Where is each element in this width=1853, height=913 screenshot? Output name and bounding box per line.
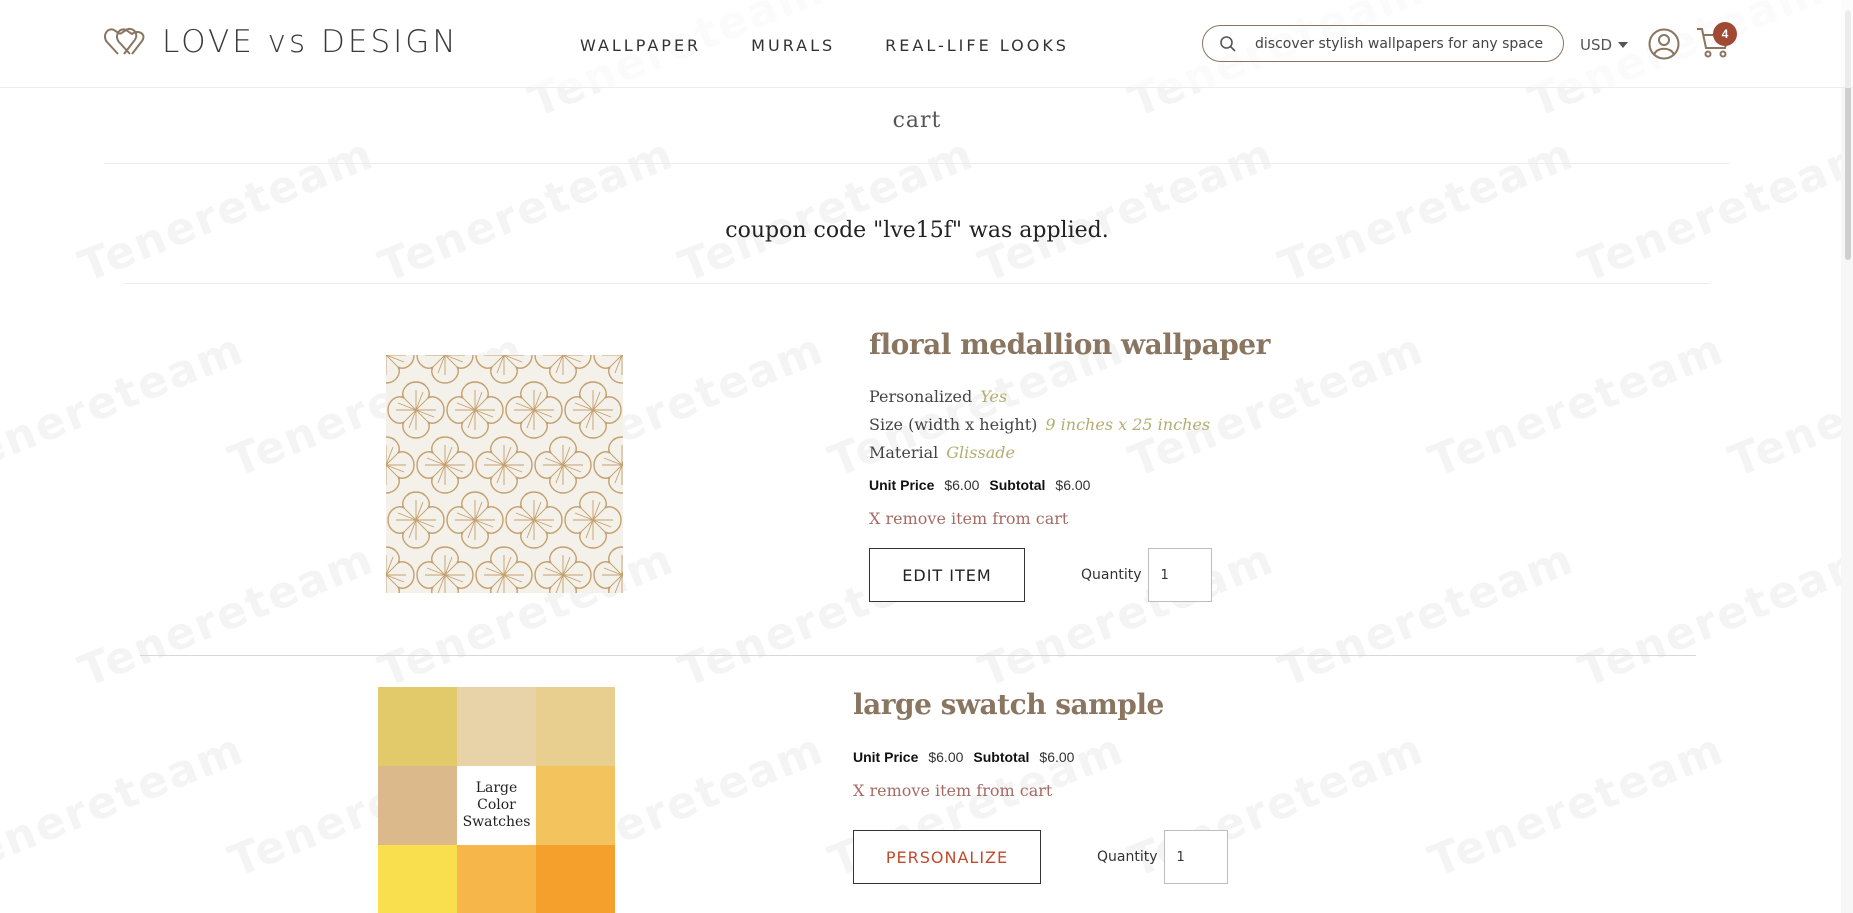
account-icon[interactable] bbox=[1648, 28, 1680, 60]
subtotal-label: Subtotal bbox=[989, 477, 1046, 493]
quantity-input[interactable] bbox=[1147, 548, 1212, 602]
price-row: Unit Price $6.00 Subtotal $6.00 bbox=[853, 749, 1228, 765]
price-row: Unit Price $6.00 Subtotal $6.00 bbox=[869, 477, 1270, 493]
swatch-tile bbox=[378, 687, 457, 766]
watermark: Tenereteam bbox=[72, 533, 381, 698]
cart-count-badge: 4 bbox=[1713, 22, 1737, 46]
product-image-floral-medallion[interactable] bbox=[386, 355, 623, 593]
attribute-value: 9 inches x 25 inches bbox=[1045, 415, 1211, 434]
watermark: Tenereteam bbox=[1722, 323, 1853, 488]
edit-item-button[interactable]: EDIT ITEM bbox=[869, 548, 1025, 602]
divider bbox=[104, 163, 1730, 164]
swatch-tile bbox=[378, 845, 457, 913]
watermark: Tenereteam bbox=[1272, 533, 1581, 698]
swatch-tile bbox=[536, 845, 615, 913]
quantity-label: Quantity bbox=[1097, 849, 1158, 865]
site-header: LOVE vs DESIGN WALLPAPER MURALS REAL-LIF… bbox=[0, 0, 1853, 88]
swatch-tile bbox=[378, 766, 457, 845]
item-attributes: Personalized Yes Size (width x height) 9 i… bbox=[869, 383, 1270, 467]
attribute-size: Size (width x height) 9 inches x 25 inche… bbox=[869, 411, 1270, 439]
nav-real-life-looks[interactable]: REAL-LIFE LOOKS bbox=[885, 36, 1069, 55]
logo[interactable]: LOVE vs DESIGN bbox=[104, 24, 459, 60]
watermark: Tenereteam bbox=[972, 128, 1281, 293]
personalize-button[interactable]: PERSONALIZE bbox=[853, 830, 1041, 884]
watermark: Tenereteam bbox=[0, 723, 251, 888]
remove-item-link[interactable]: X remove item from cart bbox=[869, 509, 1270, 528]
unit-price-label: Unit Price bbox=[853, 749, 919, 765]
attribute-value: Yes bbox=[980, 387, 1008, 406]
main-nav: WALLPAPER MURALS REAL-LIFE LOOKS bbox=[580, 36, 1069, 55]
attribute-label: Personalized bbox=[869, 387, 973, 406]
subtotal-value: $6.00 bbox=[1055, 477, 1091, 493]
currency-selector[interactable]: USD bbox=[1580, 36, 1629, 54]
cart-item: large swatch sample Unit Price $6.00 Subto… bbox=[853, 688, 1228, 884]
attribute-label: Size (width x height) bbox=[869, 415, 1038, 434]
swatch-label: Large Color Swatches bbox=[457, 766, 536, 845]
item-title[interactable]: large swatch sample bbox=[853, 688, 1228, 721]
watermark: Tenereteam bbox=[72, 128, 381, 293]
remove-item-link[interactable]: X remove item from cart bbox=[853, 781, 1228, 800]
nav-murals[interactable]: MURALS bbox=[751, 36, 835, 55]
attribute-value: Glissade bbox=[946, 443, 1015, 462]
search-icon bbox=[1220, 35, 1236, 52]
watermark: Tenereteam bbox=[672, 128, 981, 293]
unit-price-label: Unit Price bbox=[869, 477, 935, 493]
unit-price-value: $6.00 bbox=[928, 749, 964, 765]
watermark: Tenereteam bbox=[1272, 128, 1581, 293]
logo-text: LOVE vs DESIGN bbox=[162, 24, 459, 60]
watermark: Tenereteam bbox=[372, 128, 681, 293]
coupon-message: coupon code "lve15f" was applied. bbox=[725, 218, 1109, 243]
item-actions: EDIT ITEM Quantity bbox=[869, 548, 1270, 602]
watermark: Tenereteam bbox=[1422, 723, 1731, 888]
swatch-tile bbox=[457, 845, 536, 913]
watermark: Tenereteam bbox=[1572, 128, 1853, 293]
nav-wallpaper[interactable]: WALLPAPER bbox=[580, 36, 701, 55]
divider bbox=[140, 655, 1696, 656]
watermark: Tenereteam bbox=[1422, 323, 1731, 488]
product-image-large-swatch[interactable]: Large Color Swatches bbox=[378, 687, 615, 913]
search-input[interactable] bbox=[1255, 35, 1545, 52]
page-title: cart bbox=[892, 108, 942, 133]
swatch-tile bbox=[457, 687, 536, 766]
swatch-tile bbox=[536, 766, 615, 845]
currency-label: USD bbox=[1580, 36, 1613, 54]
divider bbox=[124, 283, 1710, 284]
attribute-personalized: Personalized Yes bbox=[869, 383, 1270, 411]
caret-down-icon bbox=[1618, 42, 1629, 48]
item-actions: PERSONALIZE Quantity bbox=[853, 830, 1228, 884]
swatch-tile bbox=[536, 687, 615, 766]
attribute-label: Material bbox=[869, 443, 939, 462]
subtotal-label: Subtotal bbox=[973, 749, 1030, 765]
heart-logo-icon bbox=[104, 28, 145, 55]
search-box[interactable] bbox=[1202, 25, 1564, 62]
subtotal-value: $6.00 bbox=[1039, 749, 1075, 765]
watermark: Tenereteam bbox=[0, 323, 251, 488]
floral-pattern-image bbox=[386, 355, 623, 593]
watermark: Tenereteam bbox=[1572, 533, 1853, 698]
item-title[interactable]: floral medallion wallpaper bbox=[869, 328, 1270, 361]
quantity-input[interactable] bbox=[1163, 830, 1228, 884]
attribute-material: Material Glissade bbox=[869, 439, 1270, 467]
cart-item: floral medallion wallpaper Personalized Y… bbox=[869, 328, 1270, 602]
quantity-label: Quantity bbox=[1081, 567, 1142, 583]
page-scrollbar[interactable] bbox=[1841, 0, 1853, 913]
unit-price-value: $6.00 bbox=[944, 477, 980, 493]
